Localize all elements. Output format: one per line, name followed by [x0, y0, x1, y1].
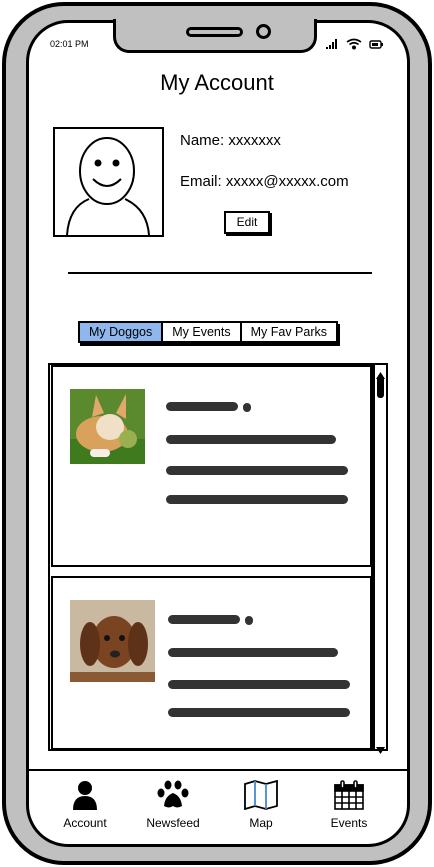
nav-label: Map	[249, 816, 273, 830]
placeholder-text	[166, 466, 348, 475]
avatar[interactable]	[53, 127, 164, 237]
smiley-person-icon	[66, 137, 150, 236]
nav-events[interactable]: Events	[309, 780, 389, 830]
tab-my-doggos[interactable]: My Doggos	[80, 323, 164, 341]
speaker	[186, 27, 243, 37]
map-icon	[244, 780, 278, 810]
dachshund-puppy-photo	[70, 600, 155, 682]
battery-icon	[369, 40, 383, 49]
placeholder-text	[166, 495, 348, 504]
tab-my-events[interactable]: My Events	[163, 323, 242, 341]
placeholder-text	[166, 402, 238, 411]
status-icons	[326, 38, 383, 50]
profile-email: Email: xxxxx@xxxxx.com	[180, 173, 349, 190]
scrollbar[interactable]	[373, 363, 388, 754]
divider	[68, 272, 372, 274]
nav-map[interactable]: Map	[221, 780, 301, 830]
calendar-icon	[334, 780, 364, 810]
placeholder-text	[168, 615, 240, 624]
corgi-puppy-photo	[70, 389, 145, 464]
scroll-down-arrow-icon[interactable]	[376, 741, 385, 754]
placeholder-text	[166, 435, 336, 444]
list-item[interactable]	[51, 365, 372, 567]
nav-newsfeed[interactable]: Newsfeed	[133, 780, 213, 830]
page-title: My Account	[160, 70, 274, 95]
person-icon	[73, 781, 97, 810]
wifi-icon	[346, 38, 362, 50]
placeholder-text	[168, 708, 350, 717]
scroll-thumb[interactable]	[377, 376, 384, 398]
placeholder-text	[168, 648, 338, 657]
doggo-list	[48, 363, 373, 751]
placeholder-text	[168, 680, 350, 689]
paw-icon	[157, 780, 189, 808]
placeholder-text	[243, 403, 251, 412]
list-item[interactable]	[51, 576, 372, 750]
scroll-up-arrow-icon[interactable]	[376, 366, 385, 379]
bottom-nav-divider	[29, 769, 407, 771]
nav-label: Events	[330, 816, 368, 830]
nav-account[interactable]: Account	[45, 780, 125, 830]
edit-button[interactable]: Edit	[224, 211, 270, 234]
nav-label: Account	[63, 816, 107, 830]
profile-name: Name: xxxxxxx	[180, 132, 281, 149]
signal-icon	[326, 39, 337, 49]
nav-label: Newsfeed	[146, 816, 200, 830]
status-time: 02:01 PM	[50, 39, 89, 49]
tab-my-fav-parks[interactable]: My Fav Parks	[241, 323, 336, 341]
placeholder-text	[245, 616, 253, 625]
camera	[256, 24, 271, 39]
tab-bar: My Doggos My Events My Fav Parks	[78, 321, 338, 343]
